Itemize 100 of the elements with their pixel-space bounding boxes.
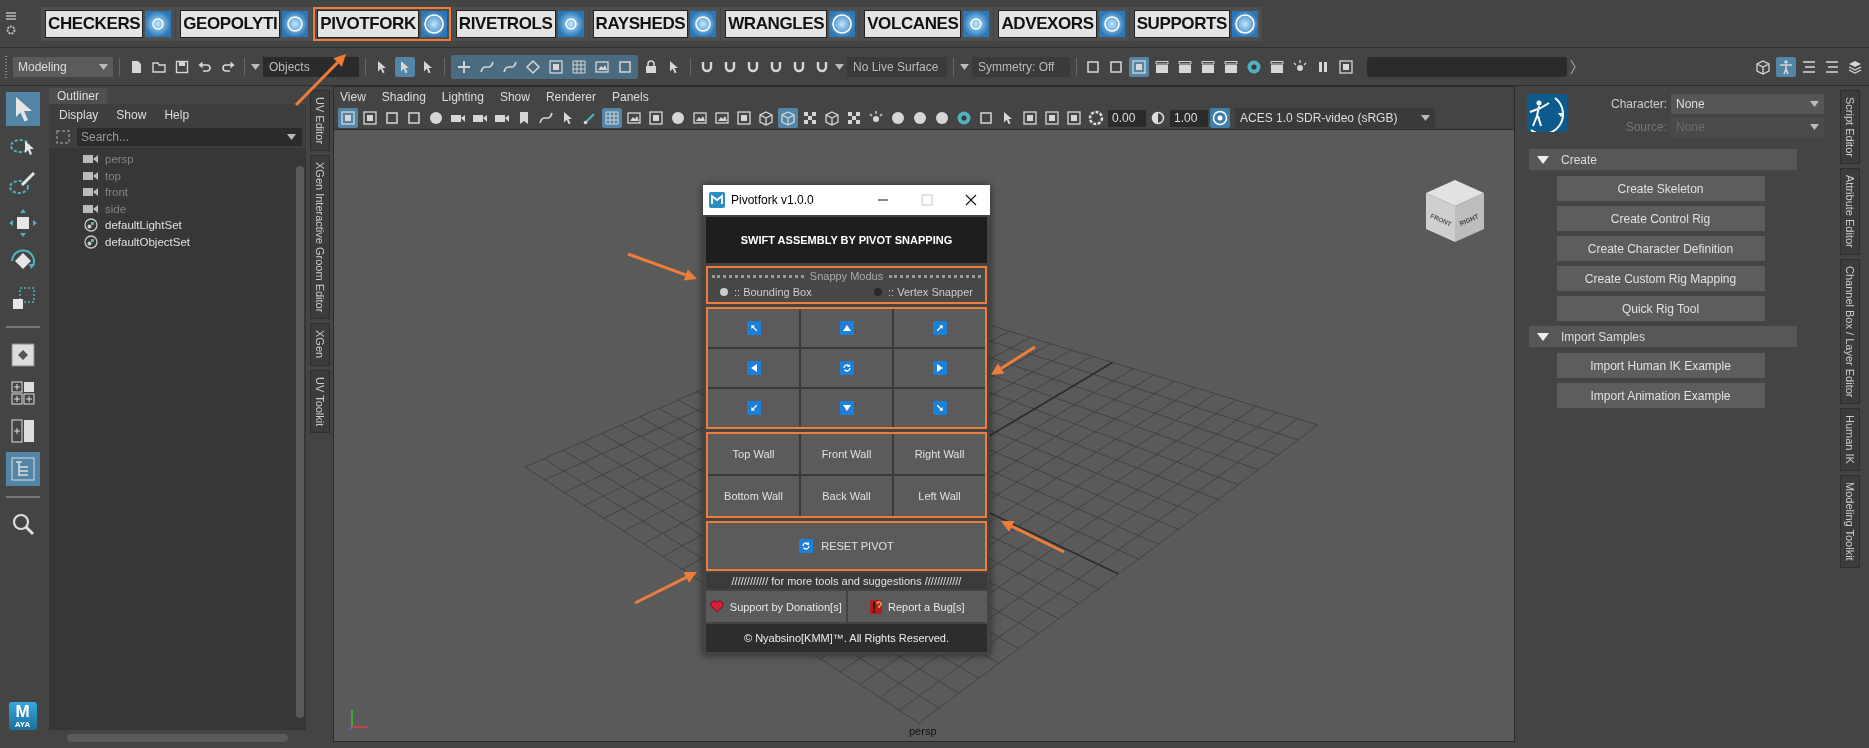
action-button[interactable]: Create Character Definition <box>1556 236 1765 261</box>
tile-icon <box>282 10 309 37</box>
menu-icon[interactable] <box>6 12 16 20</box>
menu-item[interactable]: Show <box>116 108 147 122</box>
panel-tab[interactable]: Script Editor <box>1840 90 1860 164</box>
caret-icon <box>960 63 969 70</box>
wall-button[interactable]: Bottom Wall <box>708 476 799 516</box>
refresh-icon <box>799 539 814 553</box>
figure-icon[interactable] <box>1776 56 1796 77</box>
alert-icon <box>870 599 883 614</box>
radio-button[interactable] <box>720 288 728 296</box>
input-field[interactable] <box>1367 56 1567 77</box>
radio-option[interactable]: :: Vertex Snapper <box>874 286 973 298</box>
axis-icon <box>348 707 370 731</box>
wall-button[interactable]: Front Wall <box>801 434 892 474</box>
cursor-icon[interactable] <box>5 92 40 126</box>
aperture-icon[interactable] <box>1086 108 1106 128</box>
note-text: //////////// for more tools and suggestions //////////// <box>706 573 987 589</box>
wall-button[interactable]: Right Wall <box>894 434 985 474</box>
frame-icon[interactable] <box>646 108 666 128</box>
action-button[interactable]: Quick Rig Tool <box>1556 296 1765 321</box>
frame-icon[interactable] <box>1129 56 1149 77</box>
menu-item[interactable]: Renderer <box>545 90 596 104</box>
panel-tab[interactable]: Channel Box / Layer Editor <box>1840 258 1860 405</box>
action-button[interactable]: Import Animation Example <box>1556 383 1765 408</box>
caret-icon[interactable] <box>281 128 302 146</box>
section-header[interactable]: Create <box>1529 149 1797 170</box>
menu-item[interactable]: Shading <box>381 90 426 104</box>
menu-item[interactable]: Lighting <box>441 90 484 104</box>
wall-button[interactable]: Top Wall <box>708 434 799 474</box>
menu-item[interactable]: Display <box>59 108 99 122</box>
shelf-tab[interactable]: VOLCANES <box>860 6 994 41</box>
outliner-tab[interactable]: Outliner <box>49 88 108 104</box>
cube-icon[interactable] <box>778 108 798 128</box>
action-button[interactable]: Import Human IK Example <box>1556 353 1765 378</box>
set-icon <box>83 218 99 233</box>
section-header[interactable]: Import Samples <box>1529 326 1797 347</box>
action-button[interactable]: Create Skeleton <box>1556 176 1765 201</box>
panel-tab[interactable]: Attribute Editor <box>1840 167 1860 255</box>
exposure-field[interactable]: 0.00 <box>1108 109 1146 127</box>
scrollbar[interactable] <box>296 166 304 718</box>
panel-tab[interactable]: UV Toolkit <box>310 369 330 433</box>
symmetry-field[interactable]: Symmetry: Off <box>972 56 1070 77</box>
frame-icon[interactable] <box>1020 108 1040 128</box>
outliner-item[interactable]: defaultLightSet <box>83 217 294 234</box>
menu-item[interactable]: Panels <box>611 90 649 104</box>
panel-tab[interactable]: UV Editor <box>310 90 330 152</box>
radio-option[interactable]: :: Bounding Box <box>720 286 812 298</box>
layout-icon[interactable] <box>5 452 40 486</box>
tile-icon <box>1098 10 1125 37</box>
shelf-tab[interactable]: GEOPOLYTI <box>176 6 313 41</box>
shelf-tab[interactable]: PIVOTFORK <box>313 6 451 41</box>
shelf-tab[interactable]: RAYSHEDS <box>588 6 721 41</box>
wall-button[interactable]: Back Wall <box>801 476 892 516</box>
outliner-item[interactable]: defaultObjectSet <box>83 233 294 250</box>
shelf-tab[interactable]: ADVEXORS <box>994 6 1129 41</box>
character-dropdown[interactable]: None <box>1671 94 1824 114</box>
frame-icon[interactable] <box>338 108 358 128</box>
reset-button[interactable]: RESET PIVOT <box>708 523 985 569</box>
color-space-dropdown[interactable]: ACES 1.0 SDR-video (sRGB) <box>1235 108 1435 128</box>
caret-icon[interactable] <box>251 63 260 70</box>
shelf-tab[interactable]: RIVETROLS <box>451 6 588 41</box>
mode-dropdown[interactable]: Modeling <box>13 56 113 77</box>
camera-icon <box>83 202 99 215</box>
refresh-icon <box>839 361 854 375</box>
menu-item[interactable]: Help <box>164 108 190 122</box>
set-icon <box>83 234 99 249</box>
annotation-arrow <box>991 345 1036 375</box>
caret-icon <box>835 63 844 70</box>
menu-item[interactable]: View <box>340 90 366 104</box>
shelf-tab[interactable]: CHECKERS <box>41 6 176 41</box>
gear-icon[interactable] <box>6 25 16 35</box>
frame-icon[interactable] <box>360 108 380 128</box>
panel-tab[interactable]: Modeling Toolkit <box>1840 475 1860 568</box>
action-button[interactable]: Create Control Rig <box>1556 206 1765 231</box>
link-button[interactable]: Report a Bug[s] <box>847 591 987 622</box>
shelf-tab[interactable]: SUPPORTS <box>1129 6 1262 41</box>
search-field[interactable]: Search... <box>77 128 281 146</box>
grip-icon[interactable] <box>4 55 8 78</box>
selection-field[interactable]: Objects <box>263 56 359 77</box>
cursor-icon[interactable] <box>395 56 415 77</box>
action-button[interactable]: Create Custom Rig Mapping <box>1556 266 1765 291</box>
frame-icon[interactable] <box>734 108 754 128</box>
menu-item[interactable]: Show <box>499 90 530 104</box>
banner-title: SWIFT ASSEMBLY BY PIVOT SNAPPING <box>706 217 987 263</box>
tile-icon <box>690 10 717 37</box>
panel-tab[interactable]: XGen <box>310 323 330 366</box>
radio-button[interactable] <box>874 288 882 296</box>
panel-tab[interactable]: Human IK <box>1840 408 1860 472</box>
app-logo[interactable]: M AYA <box>8 702 37 730</box>
frame-icon[interactable] <box>1064 108 1084 128</box>
panel-tab[interactable]: XGen Interactive Groom Editor <box>310 155 330 320</box>
frame-icon[interactable] <box>1042 108 1062 128</box>
live-surface-field[interactable]: No Live Surface <box>847 56 947 77</box>
wall-button[interactable]: Left Wall <box>894 476 985 516</box>
gamma-field[interactable]: 1.00 <box>1170 109 1208 127</box>
toggle-icon[interactable] <box>1210 108 1230 128</box>
shelf-tab[interactable]: WRANGLES <box>721 6 860 41</box>
link-button[interactable]: Support by Donation[s] <box>706 591 846 622</box>
chevron-icon[interactable] <box>1570 58 1576 75</box>
